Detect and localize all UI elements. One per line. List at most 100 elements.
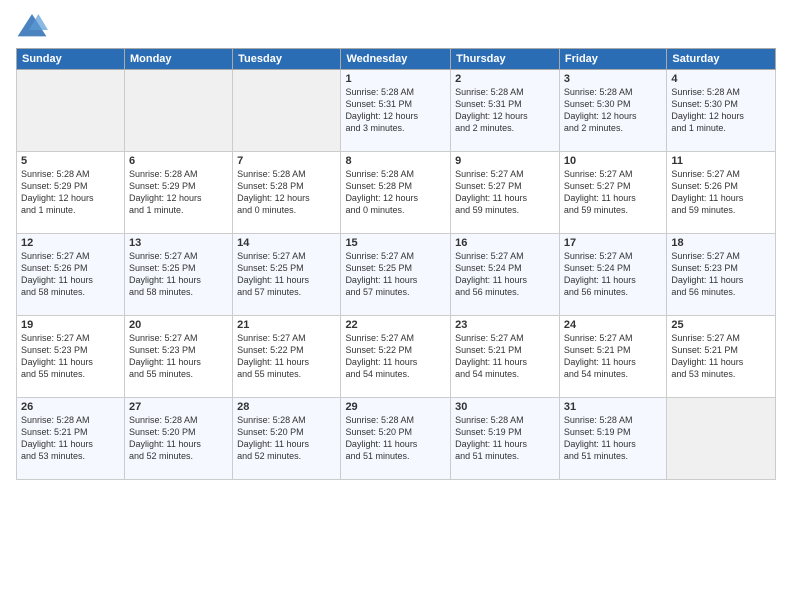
day-info: Sunrise: 5:27 AM Sunset: 5:27 PM Dayligh… bbox=[564, 168, 662, 217]
calendar-week-row: 5Sunrise: 5:28 AM Sunset: 5:29 PM Daylig… bbox=[17, 152, 776, 234]
day-info: Sunrise: 5:28 AM Sunset: 5:20 PM Dayligh… bbox=[237, 414, 336, 463]
day-info: Sunrise: 5:28 AM Sunset: 5:31 PM Dayligh… bbox=[345, 86, 446, 135]
day-number: 5 bbox=[21, 155, 120, 167]
calendar-cell: 1Sunrise: 5:28 AM Sunset: 5:31 PM Daylig… bbox=[341, 70, 451, 152]
calendar-cell: 23Sunrise: 5:27 AM Sunset: 5:21 PM Dayli… bbox=[451, 316, 560, 398]
calendar-cell: 17Sunrise: 5:27 AM Sunset: 5:24 PM Dayli… bbox=[559, 234, 666, 316]
calendar-cell: 10Sunrise: 5:27 AM Sunset: 5:27 PM Dayli… bbox=[559, 152, 666, 234]
calendar-cell: 27Sunrise: 5:28 AM Sunset: 5:20 PM Dayli… bbox=[124, 398, 232, 480]
calendar-cell: 18Sunrise: 5:27 AM Sunset: 5:23 PM Dayli… bbox=[667, 234, 776, 316]
day-info: Sunrise: 5:27 AM Sunset: 5:27 PM Dayligh… bbox=[455, 168, 555, 217]
logo-icon bbox=[16, 12, 48, 40]
day-info: Sunrise: 5:27 AM Sunset: 5:21 PM Dayligh… bbox=[455, 332, 555, 381]
calendar-header-tuesday: Tuesday bbox=[233, 49, 341, 70]
calendar-week-row: 1Sunrise: 5:28 AM Sunset: 5:31 PM Daylig… bbox=[17, 70, 776, 152]
day-info: Sunrise: 5:27 AM Sunset: 5:22 PM Dayligh… bbox=[345, 332, 446, 381]
day-number: 26 bbox=[21, 401, 120, 413]
day-info: Sunrise: 5:27 AM Sunset: 5:25 PM Dayligh… bbox=[129, 250, 228, 299]
calendar-cell: 26Sunrise: 5:28 AM Sunset: 5:21 PM Dayli… bbox=[17, 398, 125, 480]
day-number: 19 bbox=[21, 319, 120, 331]
day-number: 17 bbox=[564, 237, 662, 249]
calendar-header-saturday: Saturday bbox=[667, 49, 776, 70]
calendar-cell: 25Sunrise: 5:27 AM Sunset: 5:21 PM Dayli… bbox=[667, 316, 776, 398]
day-info: Sunrise: 5:27 AM Sunset: 5:24 PM Dayligh… bbox=[455, 250, 555, 299]
day-info: Sunrise: 5:28 AM Sunset: 5:20 PM Dayligh… bbox=[345, 414, 446, 463]
calendar-cell: 20Sunrise: 5:27 AM Sunset: 5:23 PM Dayli… bbox=[124, 316, 232, 398]
calendar-cell: 9Sunrise: 5:27 AM Sunset: 5:27 PM Daylig… bbox=[451, 152, 560, 234]
calendar-cell: 15Sunrise: 5:27 AM Sunset: 5:25 PM Dayli… bbox=[341, 234, 451, 316]
day-info: Sunrise: 5:28 AM Sunset: 5:20 PM Dayligh… bbox=[129, 414, 228, 463]
day-number: 6 bbox=[129, 155, 228, 167]
day-number: 13 bbox=[129, 237, 228, 249]
day-info: Sunrise: 5:27 AM Sunset: 5:23 PM Dayligh… bbox=[671, 250, 771, 299]
day-number: 1 bbox=[345, 73, 446, 85]
day-info: Sunrise: 5:28 AM Sunset: 5:29 PM Dayligh… bbox=[21, 168, 120, 217]
calendar-cell bbox=[233, 70, 341, 152]
day-number: 15 bbox=[345, 237, 446, 249]
calendar-cell: 5Sunrise: 5:28 AM Sunset: 5:29 PM Daylig… bbox=[17, 152, 125, 234]
calendar-cell: 24Sunrise: 5:27 AM Sunset: 5:21 PM Dayli… bbox=[559, 316, 666, 398]
calendar-cell bbox=[17, 70, 125, 152]
day-info: Sunrise: 5:27 AM Sunset: 5:25 PM Dayligh… bbox=[345, 250, 446, 299]
calendar-cell: 7Sunrise: 5:28 AM Sunset: 5:28 PM Daylig… bbox=[233, 152, 341, 234]
day-info: Sunrise: 5:28 AM Sunset: 5:30 PM Dayligh… bbox=[564, 86, 662, 135]
calendar-cell bbox=[124, 70, 232, 152]
day-number: 30 bbox=[455, 401, 555, 413]
calendar-table: SundayMondayTuesdayWednesdayThursdayFrid… bbox=[16, 48, 776, 480]
header bbox=[16, 12, 776, 40]
day-info: Sunrise: 5:28 AM Sunset: 5:21 PM Dayligh… bbox=[21, 414, 120, 463]
day-number: 22 bbox=[345, 319, 446, 331]
calendar-cell: 14Sunrise: 5:27 AM Sunset: 5:25 PM Dayli… bbox=[233, 234, 341, 316]
calendar-cell: 31Sunrise: 5:28 AM Sunset: 5:19 PM Dayli… bbox=[559, 398, 666, 480]
calendar-cell bbox=[667, 398, 776, 480]
calendar-header-sunday: Sunday bbox=[17, 49, 125, 70]
calendar-cell: 21Sunrise: 5:27 AM Sunset: 5:22 PM Dayli… bbox=[233, 316, 341, 398]
day-number: 10 bbox=[564, 155, 662, 167]
day-number: 11 bbox=[671, 155, 771, 167]
calendar-week-row: 12Sunrise: 5:27 AM Sunset: 5:26 PM Dayli… bbox=[17, 234, 776, 316]
day-info: Sunrise: 5:27 AM Sunset: 5:24 PM Dayligh… bbox=[564, 250, 662, 299]
day-info: Sunrise: 5:27 AM Sunset: 5:21 PM Dayligh… bbox=[564, 332, 662, 381]
day-number: 9 bbox=[455, 155, 555, 167]
calendar-cell: 19Sunrise: 5:27 AM Sunset: 5:23 PM Dayli… bbox=[17, 316, 125, 398]
day-info: Sunrise: 5:27 AM Sunset: 5:22 PM Dayligh… bbox=[237, 332, 336, 381]
day-info: Sunrise: 5:28 AM Sunset: 5:28 PM Dayligh… bbox=[237, 168, 336, 217]
calendar-cell: 2Sunrise: 5:28 AM Sunset: 5:31 PM Daylig… bbox=[451, 70, 560, 152]
calendar-cell: 28Sunrise: 5:28 AM Sunset: 5:20 PM Dayli… bbox=[233, 398, 341, 480]
day-info: Sunrise: 5:27 AM Sunset: 5:26 PM Dayligh… bbox=[671, 168, 771, 217]
day-info: Sunrise: 5:27 AM Sunset: 5:26 PM Dayligh… bbox=[21, 250, 120, 299]
day-number: 28 bbox=[237, 401, 336, 413]
day-info: Sunrise: 5:27 AM Sunset: 5:25 PM Dayligh… bbox=[237, 250, 336, 299]
page: SundayMondayTuesdayWednesdayThursdayFrid… bbox=[0, 0, 792, 612]
calendar-header-thursday: Thursday bbox=[451, 49, 560, 70]
day-number: 29 bbox=[345, 401, 446, 413]
calendar-cell: 22Sunrise: 5:27 AM Sunset: 5:22 PM Dayli… bbox=[341, 316, 451, 398]
day-number: 23 bbox=[455, 319, 555, 331]
calendar-header-friday: Friday bbox=[559, 49, 666, 70]
day-info: Sunrise: 5:28 AM Sunset: 5:31 PM Dayligh… bbox=[455, 86, 555, 135]
calendar-cell: 29Sunrise: 5:28 AM Sunset: 5:20 PM Dayli… bbox=[341, 398, 451, 480]
day-number: 27 bbox=[129, 401, 228, 413]
day-number: 16 bbox=[455, 237, 555, 249]
day-info: Sunrise: 5:28 AM Sunset: 5:29 PM Dayligh… bbox=[129, 168, 228, 217]
day-number: 12 bbox=[21, 237, 120, 249]
day-number: 20 bbox=[129, 319, 228, 331]
logo bbox=[16, 12, 52, 40]
calendar-cell: 30Sunrise: 5:28 AM Sunset: 5:19 PM Dayli… bbox=[451, 398, 560, 480]
day-info: Sunrise: 5:28 AM Sunset: 5:30 PM Dayligh… bbox=[671, 86, 771, 135]
calendar-cell: 16Sunrise: 5:27 AM Sunset: 5:24 PM Dayli… bbox=[451, 234, 560, 316]
day-info: Sunrise: 5:27 AM Sunset: 5:23 PM Dayligh… bbox=[129, 332, 228, 381]
day-number: 4 bbox=[671, 73, 771, 85]
calendar-cell: 11Sunrise: 5:27 AM Sunset: 5:26 PM Dayli… bbox=[667, 152, 776, 234]
day-info: Sunrise: 5:27 AM Sunset: 5:21 PM Dayligh… bbox=[671, 332, 771, 381]
day-number: 31 bbox=[564, 401, 662, 413]
calendar-cell: 3Sunrise: 5:28 AM Sunset: 5:30 PM Daylig… bbox=[559, 70, 666, 152]
day-number: 18 bbox=[671, 237, 771, 249]
calendar-header-wednesday: Wednesday bbox=[341, 49, 451, 70]
calendar-header-row: SundayMondayTuesdayWednesdayThursdayFrid… bbox=[17, 49, 776, 70]
calendar-cell: 6Sunrise: 5:28 AM Sunset: 5:29 PM Daylig… bbox=[124, 152, 232, 234]
calendar-week-row: 19 Sunrise: 5:27 AM Sunset: 5:23 PM Dayli… bbox=[17, 316, 776, 398]
calendar-week-row: 26Sunrise: 5:28 AM Sunset: 5:21 PM Dayli… bbox=[17, 398, 776, 480]
calendar-cell: 4Sunrise: 5:28 AM Sunset: 5:30 PM Daylig… bbox=[667, 70, 776, 152]
day-number: 7 bbox=[237, 155, 336, 167]
